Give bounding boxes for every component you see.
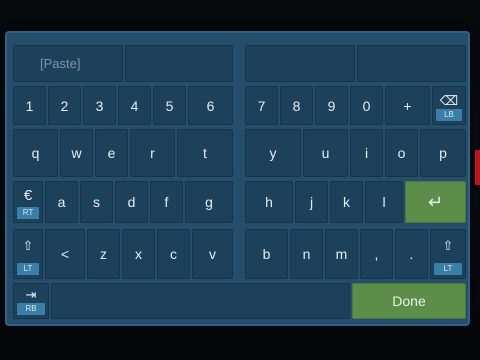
- screen: [Paste] 1 2 3 4 5 6 7 8 9 0 + ⌫ LB q w e…: [0, 0, 480, 360]
- key-e[interactable]: e: [95, 129, 128, 177]
- key-period[interactable]: .: [395, 229, 428, 279]
- key-k[interactable]: k: [330, 181, 363, 223]
- key-i[interactable]: i: [350, 129, 383, 177]
- key-z[interactable]: z: [87, 229, 120, 279]
- key-less-than[interactable]: <: [45, 229, 85, 279]
- key-l[interactable]: l: [365, 181, 403, 223]
- key-o[interactable]: o: [385, 129, 418, 177]
- enter-key[interactable]: ↵: [405, 181, 466, 223]
- on-screen-keyboard: [Paste] 1 2 3 4 5 6 7 8 9 0 + ⌫ LB q w e…: [5, 31, 470, 326]
- euro-key[interactable]: € RT: [13, 181, 43, 223]
- top-bar: [0, 0, 480, 30]
- shift-icon: ⇧: [442, 238, 454, 253]
- key-w[interactable]: w: [60, 129, 93, 177]
- key-q[interactable]: q: [13, 129, 58, 177]
- key-c[interactable]: c: [157, 229, 190, 279]
- key-t[interactable]: t: [177, 129, 233, 177]
- key-x[interactable]: x: [122, 229, 155, 279]
- key-9[interactable]: 9: [315, 86, 348, 125]
- key-g[interactable]: g: [185, 181, 233, 223]
- key-8[interactable]: 8: [280, 86, 313, 125]
- backspace-key[interactable]: ⌫ LB: [432, 86, 466, 125]
- bottom-bar: [0, 326, 480, 360]
- suggestion-slot-2[interactable]: [245, 45, 355, 82]
- key-2[interactable]: 2: [48, 86, 81, 125]
- key-d[interactable]: d: [115, 181, 148, 223]
- key-plus[interactable]: +: [385, 86, 430, 125]
- edge-accent: [475, 150, 480, 185]
- shift-left-hint-badge: LT: [17, 263, 39, 275]
- key-j[interactable]: j: [295, 181, 328, 223]
- key-b[interactable]: b: [245, 229, 288, 279]
- key-u[interactable]: u: [303, 129, 348, 177]
- space-key[interactable]: [51, 283, 350, 319]
- key-1[interactable]: 1: [13, 86, 46, 125]
- suggestion-slot-3[interactable]: [357, 45, 466, 82]
- key-p[interactable]: p: [420, 129, 466, 177]
- suggestion-slot-1[interactable]: [125, 45, 233, 82]
- key-7[interactable]: 7: [245, 86, 278, 125]
- backspace-icon: ⌫: [439, 93, 459, 108]
- key-5[interactable]: 5: [153, 86, 186, 125]
- key-h[interactable]: h: [245, 181, 293, 223]
- key-s[interactable]: s: [80, 181, 113, 223]
- tab-key[interactable]: ⇥ RB: [13, 283, 49, 319]
- shift-left-key[interactable]: ⇧ LT: [13, 229, 43, 279]
- key-3[interactable]: 3: [83, 86, 116, 125]
- shift-right-key[interactable]: ⇧ LT: [430, 229, 466, 279]
- tab-icon: ⇥: [25, 287, 37, 302]
- key-a[interactable]: a: [45, 181, 78, 223]
- done-button[interactable]: Done: [352, 283, 466, 319]
- euro-hint-badge: RT: [17, 207, 39, 219]
- shift-icon: ⇧: [22, 238, 34, 253]
- key-n[interactable]: n: [290, 229, 323, 279]
- key-v[interactable]: v: [192, 229, 233, 279]
- key-y[interactable]: y: [245, 129, 301, 177]
- paste-key[interactable]: [Paste]: [13, 45, 123, 82]
- key-0[interactable]: 0: [350, 86, 383, 125]
- key-4[interactable]: 4: [118, 86, 151, 125]
- key-m[interactable]: m: [325, 229, 358, 279]
- key-r[interactable]: r: [130, 129, 175, 177]
- shift-right-hint-badge: LT: [434, 263, 462, 275]
- key-comma[interactable]: ,: [360, 229, 393, 279]
- key-6[interactable]: 6: [188, 86, 233, 125]
- key-f[interactable]: f: [150, 181, 183, 223]
- euro-symbol: €: [23, 187, 33, 204]
- backspace-hint-badge: LB: [436, 109, 462, 121]
- tab-hint-badge: RB: [17, 303, 45, 315]
- enter-icon: ↵: [427, 192, 444, 212]
